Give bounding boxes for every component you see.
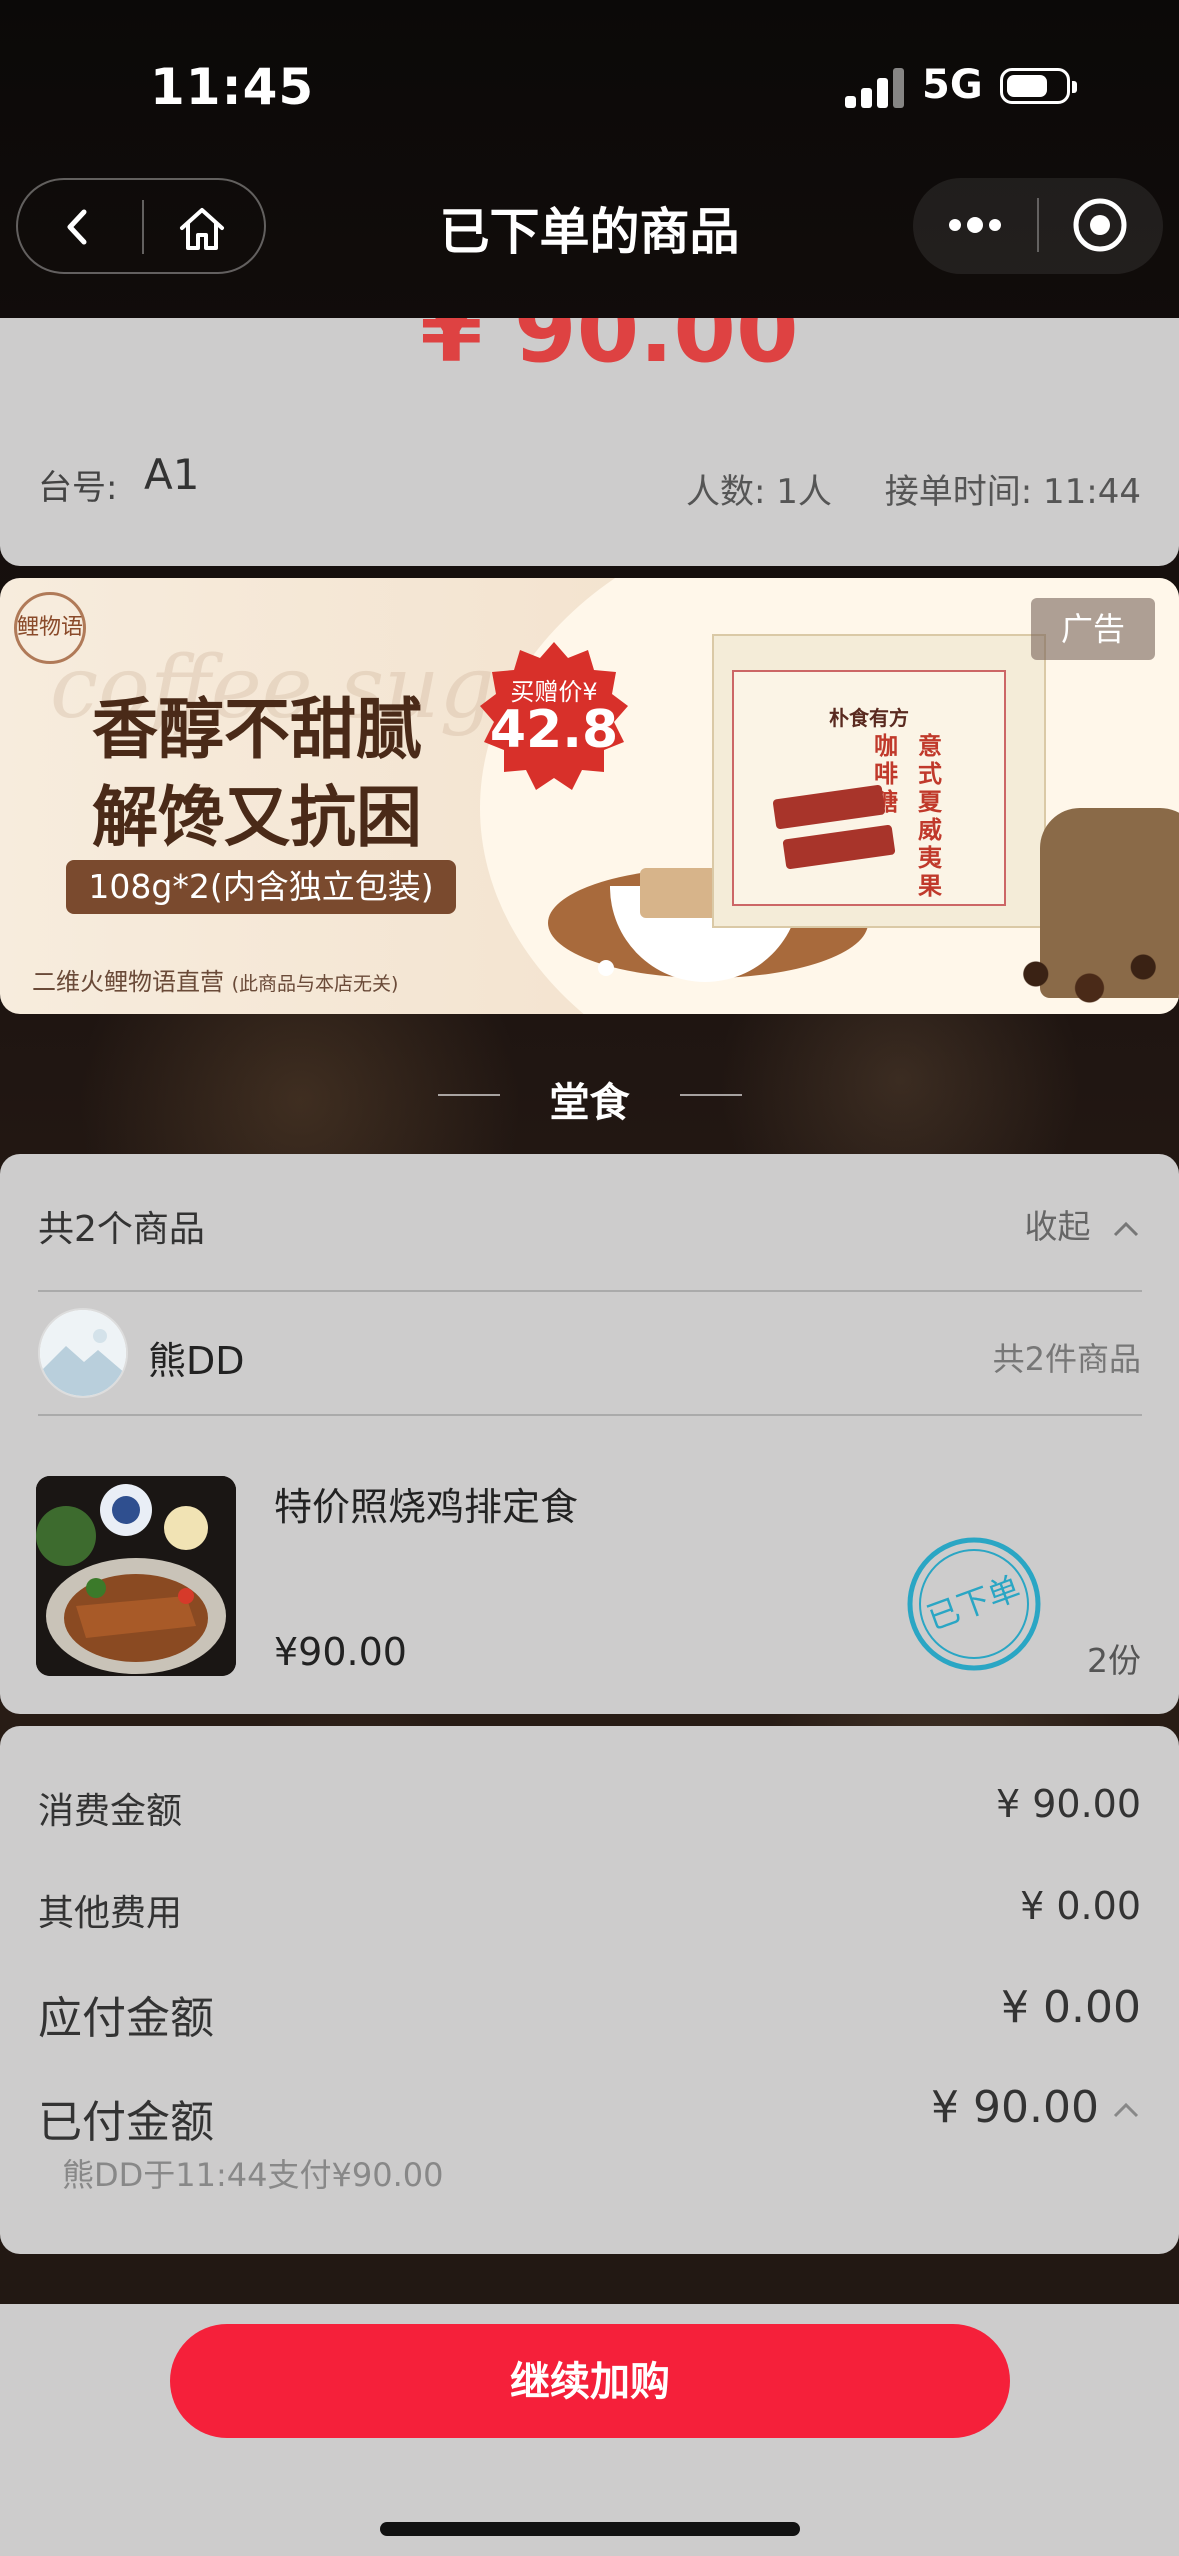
bill-value: ¥ 0.00 <box>1020 1884 1141 1928</box>
bill-value: ¥ 0.00 <box>1001 1982 1141 2033</box>
ad-brand-logo: 鲤物语 <box>14 592 86 664</box>
paid-amount: ¥ 90.00 <box>931 2082 1099 2133</box>
bill-label: 已付金额 <box>38 2097 214 2148</box>
dish-price: ¥90.00 <box>274 1630 407 1674</box>
bill-label: 应付金额 <box>38 1993 214 2044</box>
order-items-card: 共2个商品 收起 熊DD 共2件商品 特价照烧鸡排定食 ¥90.00 已下单 2… <box>0 1154 1179 1714</box>
coffee-beans-image <box>1000 946 1179 1014</box>
continue-order-button[interactable]: 继续加购 <box>170 2324 1010 2438</box>
signal-icon <box>845 68 907 108</box>
close-miniprogram-icon[interactable] <box>1071 196 1129 254</box>
dish-quantity: 2份 <box>1087 1641 1141 1680</box>
ad-banner[interactable]: coffee sugar 鲤物语 香醇不甜腻 解馋又抗困 108g*2(内含独立… <box>0 578 1179 1014</box>
dish-name: 特价照烧鸡排定食 <box>274 1485 579 1529</box>
home-indicator <box>380 2522 800 2536</box>
people-count: 人数: 1人 <box>686 472 832 512</box>
network-label: 5G <box>922 62 983 108</box>
items-count: 共2个商品 <box>38 1209 205 1250</box>
nav-bar: 已下单的商品 <box>0 170 1179 320</box>
bill-value: ¥ 90.00 <box>995 1782 1141 1826</box>
status-time: 11:45 <box>150 58 315 116</box>
section-title: 堂食 <box>549 1080 630 1126</box>
product-box-image: 朴食有方 咖啡糖 意式夏威夷果 <box>712 634 1046 928</box>
ad-tag: 广告 <box>1031 598 1155 660</box>
bill-label: 消费金额 <box>38 1791 183 1832</box>
collapse-button[interactable]: 收起 <box>1025 1200 1142 1248</box>
table-number: A1 <box>144 450 200 499</box>
ad-headline-1: 香醇不甜腻 <box>92 691 422 768</box>
chevron-up-icon <box>1113 1221 1139 1236</box>
accept-time: 接单时间: 11:44 <box>884 472 1141 512</box>
bill-label: 其他费用 <box>38 1893 183 1934</box>
order-info-card: ¥ 90.00 台号: A1 人数: 1人 接单时间: 11:44 <box>0 318 1179 566</box>
ad-spec: 108g*2(内含独立包装) <box>66 860 456 914</box>
table-label: 台号: <box>38 468 118 508</box>
svg-text:已下单: 已下单 <box>922 1569 1025 1638</box>
payment-note: 熊DD于11:44支付¥90.00 <box>62 2156 444 2194</box>
avatar <box>38 1308 128 1398</box>
chevron-up-icon[interactable] <box>1111 2100 1141 2120</box>
battery-icon <box>1000 68 1077 104</box>
order-total-amount: ¥ 90.00 <box>420 318 799 383</box>
bill-card: 消费金额 ¥ 90.00 其他费用 ¥ 0.00 应付金额 ¥ 0.00 已付金… <box>0 1726 1179 2254</box>
user-item-count: 共2件商品 <box>992 1340 1141 1378</box>
carousel-indicator <box>598 960 628 976</box>
ad-footer: 二维火鲤物语直营 (此商品与本店无关) <box>32 968 399 996</box>
ad-price-badge: 买赠价¥ 42.8 <box>476 638 632 794</box>
nav-capsule-right <box>913 178 1163 274</box>
section-divider-right <box>680 1094 742 1096</box>
user-name: 熊DD <box>148 1339 245 1383</box>
status-bar: 11:45 5G <box>0 0 1179 170</box>
dish-image <box>36 1476 236 1676</box>
bottom-bar: 继续加购 <box>0 2304 1179 2556</box>
ordered-stamp: 已下单 <box>907 1537 1041 1671</box>
ad-headline-2: 解馋又抗困 <box>92 779 422 856</box>
more-icon[interactable] <box>945 210 1005 240</box>
